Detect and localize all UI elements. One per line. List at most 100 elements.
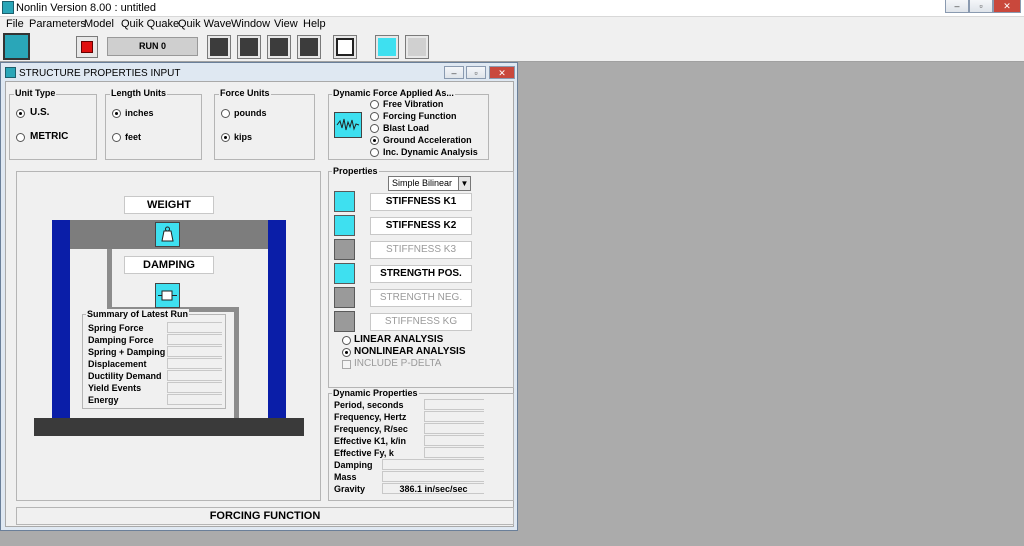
stop-icon: [81, 41, 93, 53]
unit-us-radio[interactable]: [16, 109, 25, 118]
stiffness-k1-field[interactable]: STIFFNESS K1: [370, 193, 472, 211]
damping-field[interactable]: DAMPING: [124, 256, 214, 274]
chevron-down-icon[interactable]: ▼: [458, 177, 470, 190]
force-pounds-radio[interactable]: [221, 109, 230, 118]
summary-spring-damping-value: [167, 346, 222, 357]
menu-help[interactable]: Help: [303, 18, 326, 30]
summary-spring-force: Spring Force: [88, 323, 144, 333]
unit-us-label: U.S.: [30, 107, 50, 118]
stiffness-kg-icon[interactable]: [334, 311, 355, 332]
weight-icon[interactable]: [155, 222, 180, 247]
forcing-function-button[interactable]: FORCING FUNCTION: [16, 507, 514, 525]
stop-button[interactable]: [76, 36, 98, 58]
length-inches-label: inches: [125, 108, 154, 118]
summary-energy: Energy: [88, 395, 119, 405]
force-pounds-label: pounds: [234, 108, 267, 118]
close-button[interactable]: ✕: [993, 0, 1021, 13]
dyn-free-vibration-radio[interactable]: [370, 100, 379, 109]
damper-icon[interactable]: [155, 283, 180, 308]
window-minimize-button[interactable]: –: [444, 66, 464, 79]
length-feet-label: feet: [125, 132, 142, 142]
menu-window[interactable]: Window: [231, 18, 270, 30]
force-displacement-button[interactable]: [267, 35, 291, 59]
dyn-ground-acceleration-radio[interactable]: [370, 136, 379, 145]
unit-type-label: Unit Type: [14, 88, 57, 98]
dyn-frequency-rsec-value: [424, 423, 484, 434]
response-spectrum-button[interactable]: [375, 35, 399, 59]
dyn-effective-k1-value: [424, 435, 484, 446]
summary-yield-events: Yield Events: [88, 383, 142, 393]
force-kips-radio[interactable]: [221, 133, 230, 142]
maximize-button[interactable]: ▫: [969, 0, 993, 13]
menu-parameters[interactable]: Parameters: [29, 18, 86, 30]
summary-damping-force: Damping Force: [88, 335, 154, 345]
function-button[interactable]: [333, 35, 357, 59]
window-maximize-button[interactable]: ▫: [466, 66, 486, 79]
time-history-button[interactable]: [207, 35, 231, 59]
dyn-blast-load-label: Blast Load: [383, 123, 430, 133]
menu-quik-wave[interactable]: Quik Wave: [178, 18, 231, 30]
window-body: Unit Type U.S. METRIC Length Units inche…: [5, 81, 514, 527]
structure-button[interactable]: [3, 33, 30, 60]
summary-damping-force-value: [167, 334, 222, 345]
dyn-forcing-function-radio[interactable]: [370, 112, 379, 121]
stiffness-k1-icon[interactable]: [334, 191, 355, 212]
summary-spring-force-value: [167, 322, 222, 333]
summary-displacement: Displacement: [88, 359, 147, 369]
strength-pos-field[interactable]: STRENGTH POS.: [370, 265, 472, 283]
dyn-inc-dynamic-radio[interactable]: [370, 148, 379, 157]
stiffness-k3-icon[interactable]: [334, 239, 355, 260]
app-title-bar: Nonlin Version 8.00 : untitled – ▫ ✕: [0, 0, 1024, 17]
dyn-gravity-label: Gravity: [334, 484, 366, 494]
window-close-button[interactable]: ✕: [489, 66, 515, 79]
summary-ductility-demand-value: [167, 370, 222, 381]
foundation: [34, 418, 304, 436]
summary-energy-value: [167, 394, 222, 405]
unit-metric-radio[interactable]: [16, 133, 25, 142]
nonlinear-analysis-radio[interactable]: [342, 348, 351, 357]
strength-pos-icon[interactable]: [334, 263, 355, 284]
p-delta-checkbox[interactable]: [342, 360, 351, 369]
dyn-free-vibration-label: Free Vibration: [383, 99, 444, 109]
length-feet-radio[interactable]: [112, 133, 121, 142]
stiffness-k2-icon[interactable]: [334, 215, 355, 236]
summary-ductility-demand: Ductility Demand: [88, 371, 162, 381]
menu-view[interactable]: View: [274, 18, 298, 30]
length-units-group: [105, 94, 202, 160]
model-select[interactable]: Simple Bilinear ▼: [388, 176, 471, 191]
dyn-period-label: Period, seconds: [334, 400, 404, 410]
stiffness-kg-field[interactable]: STIFFNESS KG: [370, 313, 472, 331]
app-icon: [2, 1, 14, 14]
force-units-group: [214, 94, 315, 160]
dyn-effective-k1-label: Effective K1, k/in: [334, 436, 407, 446]
length-inches-radio[interactable]: [112, 109, 121, 118]
dyn-frequency-hz-value: [424, 411, 484, 422]
window-title: STRUCTURE PROPERTIES INPUT: [19, 68, 181, 79]
dynamic-properties-label: Dynamic Properties: [332, 388, 419, 398]
minimize-button[interactable]: –: [945, 0, 969, 13]
right-column: [268, 220, 286, 418]
dyn-ground-acceleration-label: Ground Acceleration: [383, 135, 472, 145]
energy-button[interactable]: [297, 35, 321, 59]
stiffness-k3-field[interactable]: STIFFNESS K3: [370, 241, 472, 259]
toolbar: RUN 0: [0, 32, 1024, 62]
dyn-mass-value: [382, 471, 484, 482]
app-title: Nonlin Version 8.00 : untitled: [16, 2, 157, 14]
dyn-damping-label: Damping: [334, 460, 373, 470]
dynamic-force-label: Dynamic Force Applied As...: [332, 88, 455, 98]
strength-neg-icon[interactable]: [334, 287, 355, 308]
dyn-blast-load-radio[interactable]: [370, 124, 379, 133]
menu-model[interactable]: Model: [84, 18, 114, 30]
strength-neg-field[interactable]: STRENGTH NEG.: [370, 289, 472, 307]
summary-spring-damping: Spring + Damping: [88, 347, 166, 357]
force-kips-label: kips: [234, 132, 253, 142]
linear-analysis-radio[interactable]: [342, 336, 351, 345]
weight-field[interactable]: WEIGHT: [124, 196, 214, 214]
left-column: [52, 220, 70, 418]
hysteresis-button[interactable]: [237, 35, 261, 59]
menu-file[interactable]: File: [6, 18, 24, 30]
stiffness-k2-field[interactable]: STIFFNESS K2: [370, 217, 472, 235]
seismograph-icon[interactable]: [334, 112, 362, 138]
menu-quik-quake[interactable]: Quik Quake: [121, 18, 179, 30]
spectrum-plot-button[interactable]: [405, 35, 429, 59]
